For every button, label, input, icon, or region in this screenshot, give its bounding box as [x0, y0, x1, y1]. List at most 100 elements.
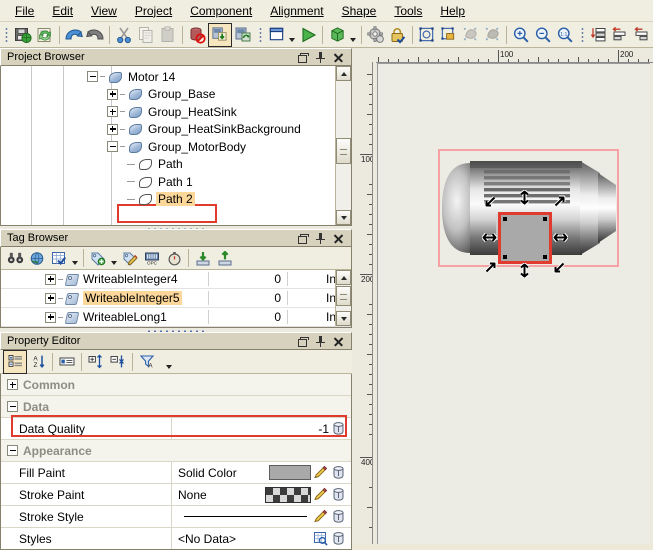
menu-help[interactable]: Help	[431, 2, 474, 20]
database-refresh-icon[interactable]	[232, 24, 254, 46]
pin-icon[interactable]	[315, 336, 326, 347]
design-page[interactable]	[377, 63, 650, 544]
pencil-edit-icon[interactable]	[313, 487, 329, 503]
filter-icon[interactable]: A	[136, 351, 158, 373]
resize-handle-sw[interactable]	[503, 255, 507, 259]
refresh-icon[interactable]	[34, 24, 56, 46]
union-icon[interactable]	[459, 24, 481, 46]
categorized-view-icon[interactable]	[3, 350, 27, 374]
search-styles-icon[interactable]	[313, 531, 329, 547]
menu-component[interactable]: Component	[181, 2, 261, 20]
menu-view[interactable]: View	[82, 2, 126, 20]
save-icon[interactable]	[12, 24, 34, 46]
property-category-data[interactable]: Data	[1, 396, 351, 418]
copy-icon[interactable]	[135, 24, 157, 46]
expander-minus-icon[interactable]	[107, 141, 118, 152]
property-value[interactable]: -1	[171, 418, 351, 439]
path2-selection[interactable]	[498, 212, 552, 264]
dropdown-arrow-2-icon[interactable]	[109, 245, 119, 271]
expander-minus-icon[interactable]	[7, 445, 18, 456]
paste-icon[interactable]	[157, 24, 179, 46]
resize-handle-se[interactable]	[543, 255, 547, 259]
align-top-icon[interactable]	[588, 24, 610, 46]
tree-item-group-base[interactable]: Group_Base	[1, 86, 351, 104]
property-row-data-quality[interactable]: Data Quality -1	[1, 418, 351, 440]
pin-icon[interactable]	[315, 233, 326, 244]
zoom-actual-icon[interactable]: 1:1	[554, 24, 576, 46]
subtract-icon[interactable]	[481, 24, 503, 46]
select-all-icon[interactable]	[416, 24, 438, 46]
new-window-icon[interactable]	[266, 24, 288, 46]
resize-sw-cursor-icon[interactable]	[483, 260, 498, 275]
play-icon[interactable]	[297, 24, 319, 46]
toolbar-grip-3[interactable]	[579, 26, 586, 44]
binding-icon[interactable]	[331, 421, 347, 437]
tag-grid-scrollbar[interactable]	[335, 270, 351, 326]
resize-handle-nw[interactable]	[503, 217, 507, 221]
tag-row[interactable]: WriteableLong1 0 Int8	[1, 308, 351, 327]
float-icon[interactable]	[297, 52, 308, 63]
property-row-stroke-style[interactable]: Stroke Style	[1, 506, 351, 528]
package-dropdown-icon[interactable]	[348, 22, 358, 48]
pencil-edit-icon[interactable]	[313, 465, 329, 481]
timer-icon[interactable]	[163, 247, 185, 269]
resize-ns-cursor-icon[interactable]	[517, 190, 532, 205]
binding-icon[interactable]	[331, 509, 347, 525]
property-value[interactable]: <No Data>	[171, 528, 351, 549]
tree-item-group-heatsink[interactable]: Group_HeatSink	[1, 103, 351, 121]
tree-item-path-1[interactable]: Path 1	[1, 173, 351, 191]
property-row-stroke-paint[interactable]: Stroke Paint None	[1, 484, 351, 506]
sort-alpha-icon[interactable]: A Z	[27, 351, 49, 373]
description-icon[interactable]	[56, 351, 78, 373]
opc-icon[interactable]: OPC	[141, 247, 163, 269]
menu-project[interactable]: Project	[126, 2, 181, 20]
align-left-icon[interactable]	[610, 24, 632, 46]
tag-grid[interactable]: WriteableInteger4 0 Int4 WriteableIntege…	[1, 270, 351, 327]
expander-plus-icon[interactable]	[45, 312, 56, 323]
tree-item-path-2[interactable]: Path 2	[1, 191, 351, 209]
float-icon[interactable]	[297, 233, 308, 244]
expander-minus-icon[interactable]	[7, 401, 18, 412]
binding-icon[interactable]	[331, 531, 347, 547]
close-icon[interactable]	[333, 233, 344, 244]
scroll-down-button[interactable]	[336, 210, 351, 225]
property-category-appearance[interactable]: Appearance	[1, 440, 351, 462]
resize-we-cursor-icon-left[interactable]	[482, 230, 497, 245]
tag-row-selected[interactable]: WriteableInteger5 0 Int4	[1, 289, 351, 308]
scroll-thumb[interactable]	[336, 286, 351, 306]
edit-tag-icon[interactable]	[119, 247, 141, 269]
dropdown-arrow-icon[interactable]	[70, 245, 80, 271]
expander-plus-icon[interactable]	[45, 293, 56, 304]
import-icon[interactable]	[192, 247, 214, 269]
settings-gear-icon[interactable]	[365, 24, 387, 46]
toolbar-grip-2[interactable]	[257, 26, 264, 44]
menu-shape[interactable]: Shape	[333, 2, 386, 20]
binding-icon[interactable]	[331, 487, 347, 503]
resize-ns-cursor-icon-bottom[interactable]	[517, 263, 532, 278]
property-category-common[interactable]: Common	[1, 374, 351, 396]
expand-all-icon[interactable]	[85, 351, 107, 373]
float-icon[interactable]	[297, 336, 308, 347]
expander-plus-icon[interactable]	[7, 379, 18, 390]
property-row-styles[interactable]: Styles <No Data>	[1, 528, 351, 549]
package-icon[interactable]	[326, 24, 348, 46]
resize-nw-cursor-icon[interactable]	[483, 194, 498, 209]
property-value[interactable]: Solid Color	[171, 462, 351, 483]
property-value[interactable]	[171, 506, 351, 527]
stroke-none-swatch[interactable]	[265, 487, 311, 503]
tag-row[interactable]: WriteableInteger4 0 Int4	[1, 270, 351, 289]
scroll-up-button[interactable]	[336, 270, 351, 285]
collapse-all-icon[interactable]	[107, 351, 129, 373]
property-grid[interactable]: Common Data Data Quality -1	[0, 374, 352, 550]
database-download-icon[interactable]	[208, 23, 232, 47]
zoom-in-icon[interactable]	[510, 24, 532, 46]
toolbar-grip-1[interactable]	[3, 26, 10, 44]
cut-icon[interactable]	[113, 24, 135, 46]
redo-icon[interactable]	[85, 24, 107, 46]
undo-icon[interactable]	[63, 24, 85, 46]
binding-icon[interactable]	[331, 465, 347, 481]
scroll-down-button[interactable]	[336, 311, 351, 326]
database-disabled-icon[interactable]	[186, 24, 208, 46]
zoom-out-icon[interactable]	[532, 24, 554, 46]
menu-file[interactable]: File	[6, 2, 43, 20]
